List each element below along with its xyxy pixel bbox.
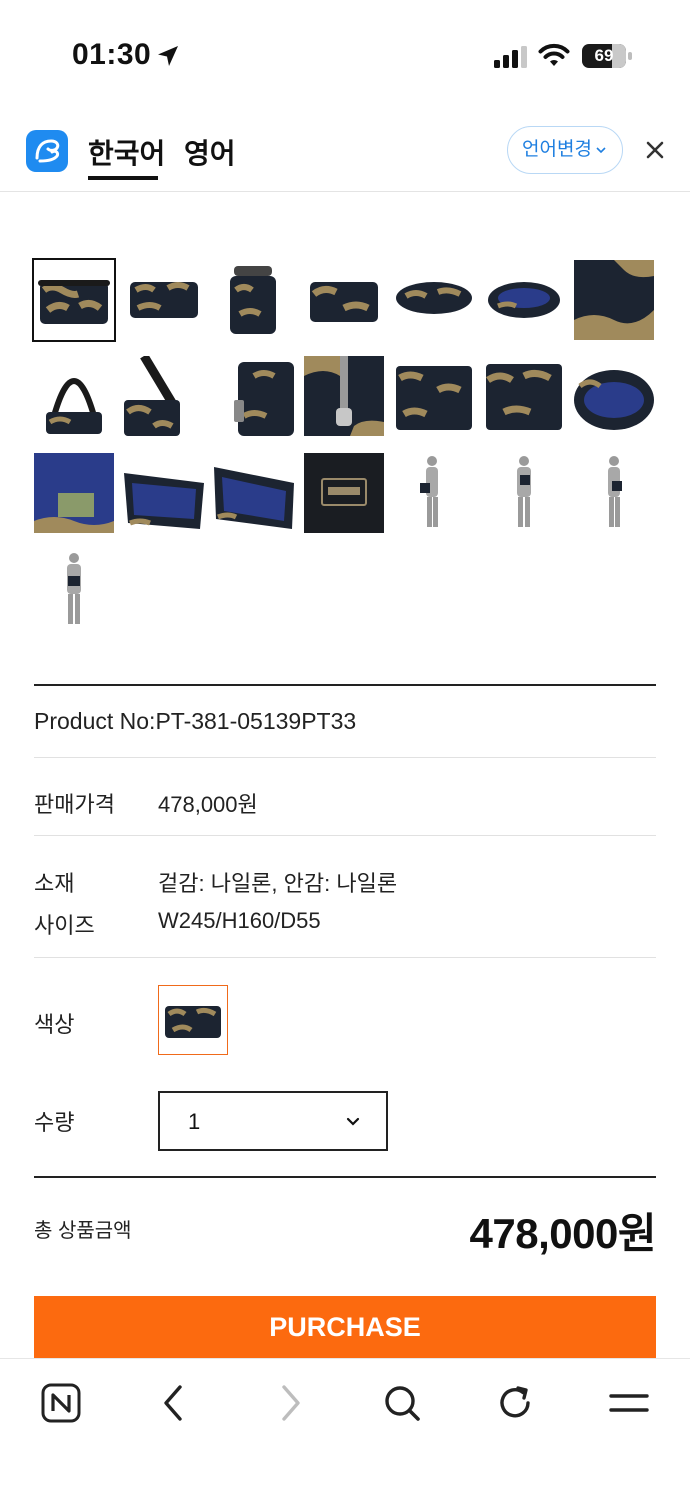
gallery-thumbnail[interactable]	[32, 258, 116, 342]
total-label: 총 상품금액	[34, 1220, 132, 1242]
menu-icon[interactable]	[608, 1382, 650, 1424]
cellular-signal-icon	[494, 46, 527, 68]
change-language-label: 언어변경	[522, 139, 592, 160]
tab-english[interactable]: 영어	[184, 132, 236, 172]
active-tab-indicator	[88, 176, 158, 180]
translator-logo	[26, 130, 68, 172]
gallery-thumbnail[interactable]	[304, 260, 384, 340]
wifi-icon	[538, 43, 570, 66]
total-value: 478,000원	[469, 1210, 657, 1257]
gallery-thumbnail[interactable]	[484, 260, 564, 340]
gallery-thumbnail[interactable]	[304, 453, 384, 533]
gallery-thumbnail[interactable]	[124, 356, 204, 436]
size-label: 사이즈	[34, 913, 95, 938]
gallery-thumbnail[interactable]	[214, 356, 294, 436]
change-language-button[interactable]: 언어변경	[507, 126, 623, 174]
gallery-thumbnail[interactable]	[394, 260, 474, 340]
battery-indicator: 69	[582, 44, 632, 68]
row-divider	[34, 957, 656, 958]
gallery-thumbnail[interactable]	[484, 356, 564, 436]
section-divider	[34, 684, 656, 686]
chevron-down-icon	[346, 1117, 360, 1126]
status-time: 01:30	[72, 38, 152, 71]
quantity-select[interactable]: 1	[158, 1091, 388, 1151]
color-label: 색상	[34, 1012, 75, 1037]
tab-korean[interactable]: 한국어	[88, 132, 165, 172]
location-arrow-icon	[158, 46, 178, 66]
gallery-thumbnail[interactable]	[574, 453, 654, 533]
color-option-camo[interactable]	[158, 985, 228, 1055]
gallery-thumbnail[interactable]	[574, 356, 654, 436]
row-divider	[34, 757, 656, 758]
status-bar: 01:30 69	[0, 0, 690, 110]
gallery-thumbnail[interactable]	[574, 260, 654, 340]
row-divider	[34, 835, 656, 836]
naver-home-icon[interactable]	[40, 1382, 82, 1424]
section-divider	[34, 1176, 656, 1178]
refresh-icon[interactable]	[494, 1382, 536, 1424]
search-icon[interactable]	[381, 1382, 423, 1424]
translator-logo-icon	[35, 139, 60, 163]
color-swatch-image	[163, 990, 223, 1050]
battery-percent: 69	[594, 46, 614, 65]
gallery-thumbnail[interactable]	[394, 356, 474, 436]
gallery-thumbnail[interactable]	[214, 453, 294, 533]
gallery-thumbnail[interactable]	[34, 356, 114, 436]
browser-toolbar	[0, 1358, 690, 1500]
gallery-thumbnail[interactable]	[124, 453, 204, 533]
back-icon[interactable]	[154, 1382, 196, 1424]
translate-header: 한국어 영어 언어변경	[0, 110, 690, 192]
price-label: 판매가격	[34, 792, 115, 817]
gallery-thumbnail[interactable]	[34, 453, 114, 533]
gallery-thumbnail[interactable]	[214, 260, 294, 340]
purchase-button[interactable]: PURCHASE	[34, 1296, 656, 1358]
gallery-thumbnail[interactable]	[34, 550, 114, 630]
gallery-thumbnail[interactable]	[304, 356, 384, 436]
price-value: 478,000원	[158, 792, 258, 817]
forward-icon[interactable]	[268, 1382, 310, 1424]
close-icon[interactable]	[644, 139, 666, 161]
quantity-label: 수량	[34, 1110, 75, 1135]
material-value: 겉감: 나일론, 안감: 나일론	[158, 871, 398, 896]
chevron-down-icon	[596, 147, 606, 154]
gallery-thumbnail[interactable]	[484, 453, 564, 533]
size-value: W245/H160/D55	[158, 908, 321, 933]
quantity-value: 1	[188, 1109, 201, 1134]
material-label: 소재	[34, 871, 75, 896]
product-number: Product No:PT-381-05139PT33	[34, 708, 357, 734]
gallery-thumbnail[interactable]	[124, 260, 204, 340]
gallery-thumbnail[interactable]	[394, 453, 474, 533]
